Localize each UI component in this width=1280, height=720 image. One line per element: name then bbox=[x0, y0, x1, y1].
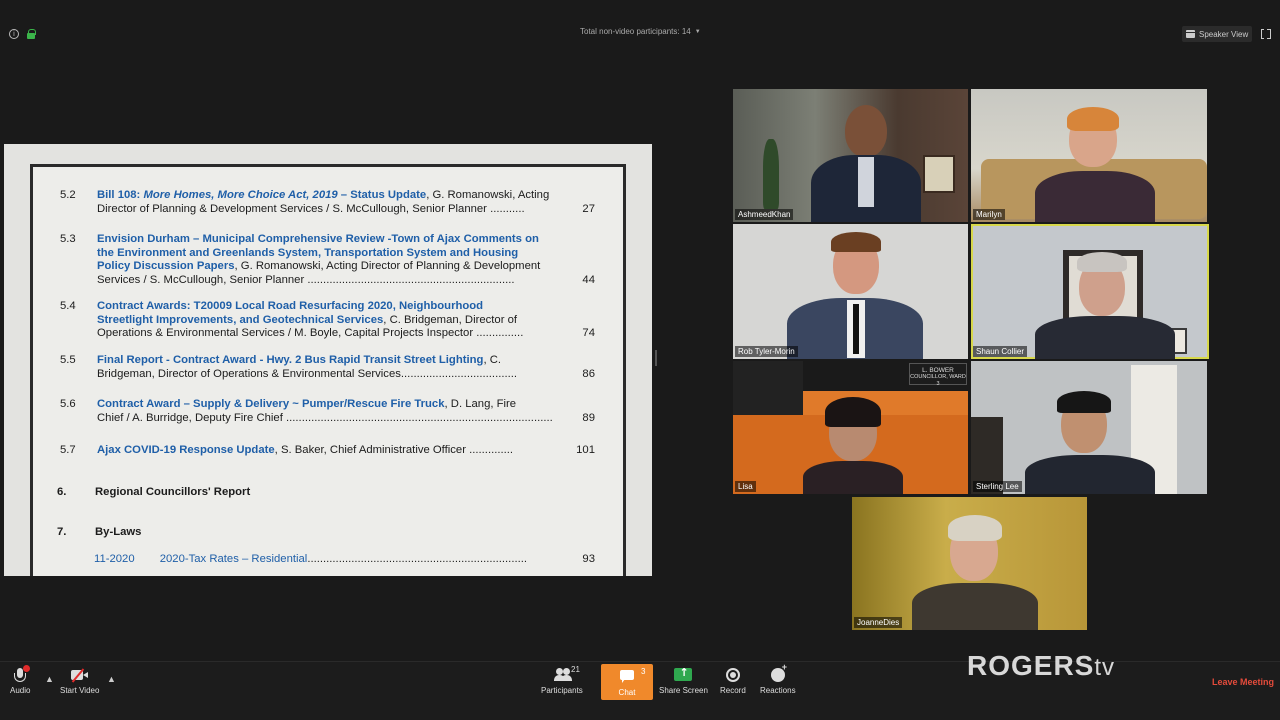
video-tile-joannedies[interactable]: JoanneDies bbox=[852, 497, 1087, 630]
start-video-button[interactable]: Start Video bbox=[60, 668, 99, 695]
participant-video: L. BOWER COUNCILLOR, WARD 3 bbox=[733, 361, 968, 494]
participant-video bbox=[733, 224, 968, 359]
participant-name: Shaun Collier bbox=[973, 346, 1028, 357]
item-number: 5.3 bbox=[60, 233, 76, 245]
top-bar: i Total non-video participants: 14 ▼ Spe… bbox=[0, 0, 1280, 66]
reactions-button[interactable]: Reactions bbox=[760, 662, 796, 695]
video-tile-rob-tyler-morin[interactable]: Rob Tyler-Morin bbox=[733, 224, 968, 359]
split-divider-handle[interactable] bbox=[655, 350, 657, 366]
video-tile-lisa[interactable]: L. BOWER COUNCILLOR, WARD 3 Lisa bbox=[733, 361, 968, 494]
agenda-item-5-5: 5.5 Final Report - Contract Award - Hwy.… bbox=[60, 354, 595, 380]
participant-video bbox=[971, 224, 1209, 359]
non-video-participants-toggle[interactable]: Total non-video participants: 14 ▼ bbox=[580, 27, 701, 36]
page-number: 93 bbox=[582, 553, 595, 565]
record-icon bbox=[724, 668, 742, 682]
participant-name: Marilyn bbox=[973, 209, 1005, 220]
chat-count: 3 bbox=[641, 667, 646, 676]
non-video-label: Total non-video participants: 14 bbox=[580, 27, 691, 36]
agenda-item-5-4: 5.4 Contract Awards: T20009 Local Road R… bbox=[60, 300, 595, 340]
share-screen-button[interactable]: Share Screen bbox=[659, 666, 708, 695]
participant-video bbox=[971, 89, 1207, 222]
rogers-tv-watermark: ROGERStv bbox=[967, 650, 1116, 681]
audio-button[interactable]: Audio bbox=[10, 665, 31, 695]
page-number: 27 bbox=[582, 202, 595, 215]
bylaw-number: 11-2020 bbox=[94, 553, 135, 565]
share-screen-label: Share Screen bbox=[659, 686, 708, 695]
agenda-item-5-6: 5.6 Contract Award – Supply & Delivery ~… bbox=[60, 398, 595, 424]
participants-count: 21 bbox=[571, 665, 580, 674]
participants-icon bbox=[553, 668, 571, 682]
agenda-item-5-7: 5.7 Ajax COVID-19 Response Update, S. Ba… bbox=[60, 444, 595, 456]
speaker-view-button[interactable]: Speaker View bbox=[1182, 26, 1252, 42]
video-tile-sterling-lee[interactable]: Sterling Lee bbox=[971, 361, 1207, 494]
participant-name: Lisa bbox=[735, 481, 756, 492]
agenda-page: 5.2 Bill 108: More Homes, More Choice Ac… bbox=[30, 164, 626, 576]
page-number: 86 bbox=[582, 367, 595, 380]
agenda-section-6: 6. Regional Councillors' Report bbox=[57, 486, 251, 498]
record-label: Record bbox=[720, 686, 746, 695]
meeting-info-group: i bbox=[9, 29, 36, 39]
speaker-view-label: Speaker View bbox=[1199, 29, 1249, 39]
participant-name: AshmeedKhan bbox=[735, 209, 794, 220]
view-grid-icon bbox=[1186, 30, 1195, 38]
item-number: 5.2 bbox=[60, 189, 76, 201]
page-number: 44 bbox=[582, 273, 595, 286]
shared-screen: 5.2 Bill 108: More Homes, More Choice Ac… bbox=[4, 144, 652, 576]
video-tile-shaun-collier[interactable]: Shaun Collier bbox=[971, 224, 1209, 359]
page-number: 74 bbox=[582, 327, 595, 340]
microphone-icon bbox=[11, 665, 31, 682]
participants-label: Participants bbox=[541, 686, 583, 695]
leave-meeting-button[interactable]: Leave Meeting bbox=[1212, 677, 1274, 687]
agenda-section-7: 7. By-Laws bbox=[57, 526, 142, 538]
info-icon[interactable]: i bbox=[9, 29, 19, 39]
video-camera-off-icon bbox=[70, 668, 89, 683]
item-title: Bill 108: More Homes, More Choice Act, 2… bbox=[97, 189, 427, 201]
video-options-chevron-up-icon[interactable]: ▲ bbox=[107, 674, 116, 684]
audio-options-chevron-up-icon[interactable]: ▲ bbox=[45, 674, 54, 684]
bylaw-title: 2020-Tax Rates – Residential bbox=[159, 553, 308, 565]
councillor-nameplate: L. BOWER COUNCILLOR, WARD 3 bbox=[909, 363, 967, 387]
start-video-label: Start Video bbox=[60, 686, 100, 695]
item-number: 5.5 bbox=[60, 354, 76, 366]
bylaw-item: 11-2020 2020-Tax Rates – Residential....… bbox=[94, 553, 595, 565]
page-number: 101 bbox=[576, 444, 595, 456]
participants-button[interactable]: 21 Participants bbox=[541, 665, 583, 695]
item-number: 5.7 bbox=[60, 444, 76, 456]
participant-name: JoanneDies bbox=[854, 617, 903, 628]
reactions-label: Reactions bbox=[760, 686, 796, 695]
participant-video bbox=[733, 89, 968, 222]
video-tile-ashmeedkhan[interactable]: AshmeedKhan bbox=[733, 89, 968, 222]
chat-label: Chat bbox=[618, 688, 636, 697]
page-number: 89 bbox=[582, 411, 595, 424]
alert-badge-icon bbox=[23, 665, 31, 672]
chat-button[interactable]: Chat 3 bbox=[601, 664, 653, 700]
item-number: 5.6 bbox=[60, 398, 76, 410]
item-number: 5.4 bbox=[60, 300, 76, 312]
chat-icon bbox=[618, 670, 636, 684]
lock-icon[interactable] bbox=[27, 29, 36, 39]
record-button[interactable]: Record bbox=[720, 668, 746, 695]
participant-video bbox=[971, 361, 1207, 494]
audio-label: Audio bbox=[10, 686, 31, 695]
share-screen-icon bbox=[674, 666, 693, 682]
fullscreen-icon[interactable] bbox=[1261, 28, 1271, 39]
reactions-icon bbox=[769, 662, 787, 682]
participant-name: Sterling Lee bbox=[973, 481, 1022, 492]
agenda-item-5-3: 5.3 Envision Durham – Municipal Comprehe… bbox=[60, 233, 595, 286]
participant-name: Rob Tyler-Morin bbox=[735, 346, 798, 357]
chevron-down-icon: ▼ bbox=[694, 28, 701, 35]
participant-video bbox=[852, 497, 1087, 630]
agenda-item-5-2: 5.2 Bill 108: More Homes, More Choice Ac… bbox=[60, 189, 595, 215]
video-tile-marilyn[interactable]: Marilyn bbox=[971, 89, 1207, 222]
